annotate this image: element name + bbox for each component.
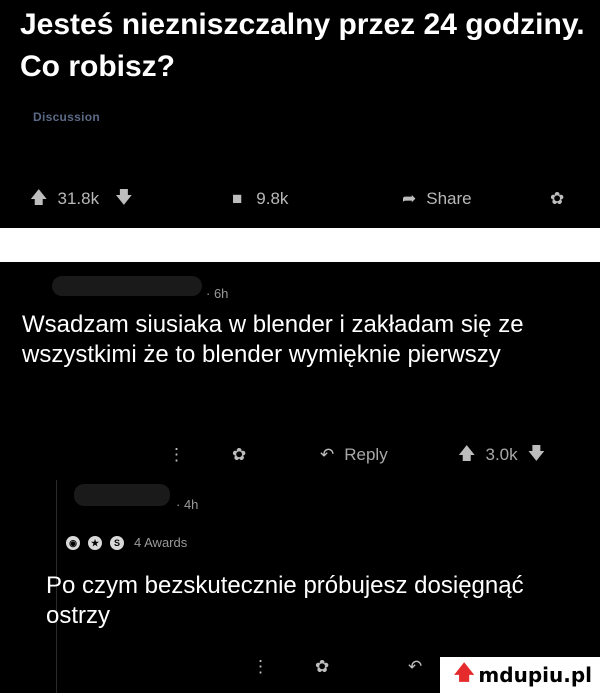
comment-age-text: 4h — [183, 497, 199, 512]
age-dot: · — [206, 286, 214, 301]
post-upvote-count: 31.8k — [57, 189, 100, 208]
site-watermark: 🡅 mdupiu.pl — [440, 657, 600, 693]
comment-reply-button[interactable]: ↶ — [408, 654, 422, 680]
award-icon: ✿ — [550, 189, 565, 208]
share-icon: ➦ — [402, 189, 417, 208]
award-icon: ★ — [88, 535, 102, 550]
post-comment-count: 9.8k — [256, 189, 289, 208]
award-icon: S — [110, 535, 124, 550]
reply-icon: ↶ — [320, 445, 335, 464]
comment-body: Po czym bezskutecznie próbujesz dosięgną… — [46, 572, 524, 629]
reply-icon: ↶ — [408, 657, 423, 676]
awards-count: 4 Awards — [134, 535, 188, 550]
post-award-button[interactable]: ✿ — [550, 185, 564, 213]
awards-row[interactable]: ◉ ★ S 4 Awards — [66, 535, 187, 550]
comment-award-button[interactable]: ✿ — [315, 654, 329, 680]
reply-label: Reply — [344, 445, 388, 464]
post-vote-group: 🡅 31.8k 🡇 — [30, 185, 133, 213]
comment-reply-button[interactable]: ↶ Reply — [320, 442, 388, 468]
comment-body: Wsadzam siusiaka w blender i zakładam si… — [22, 311, 524, 368]
redacted-username — [52, 276, 202, 296]
upvote-arrow-icon: 🡅 — [453, 660, 475, 684]
award-icon: ✿ — [315, 657, 330, 676]
downvote-icon[interactable]: 🡇 — [528, 441, 545, 470]
upvote-icon[interactable]: 🡅 — [30, 185, 47, 214]
comment-age: · 4h — [176, 497, 198, 512]
upvote-icon[interactable]: 🡅 — [458, 441, 475, 470]
comment-score: 3.0k — [485, 445, 518, 464]
downvote-icon[interactable]: 🡇 — [115, 185, 132, 214]
award-icon: ✿ — [232, 445, 247, 464]
redacted-username — [74, 484, 170, 506]
post-comments-button[interactable]: ■ 9.8k — [232, 185, 288, 213]
more-icon: ⋮ — [168, 445, 185, 464]
watermark-text: mdupiu.pl — [478, 663, 592, 687]
more-icon: ⋮ — [252, 657, 269, 676]
age-dot: · — [176, 497, 184, 512]
award-icon: ◉ — [66, 535, 80, 550]
post-flair[interactable]: Discussion — [33, 110, 100, 124]
post-share-label: Share — [426, 189, 472, 208]
comment-award-button[interactable]: ✿ — [232, 442, 246, 468]
comment-age-text: 6h — [213, 286, 229, 301]
comment-age: · 6h — [206, 286, 228, 301]
post-title: Jesteś niezniszczalny przez 24 godziny. … — [20, 8, 585, 83]
comment-more-button[interactable]: ⋮ — [252, 654, 269, 680]
section-divider — [0, 228, 600, 262]
comment-vote-group: 🡅 3.0k 🡇 — [458, 442, 545, 468]
comment-icon: ■ — [232, 189, 243, 208]
post-share-button[interactable]: ➦ Share — [402, 185, 472, 213]
comment-more-button[interactable]: ⋮ — [168, 442, 185, 468]
